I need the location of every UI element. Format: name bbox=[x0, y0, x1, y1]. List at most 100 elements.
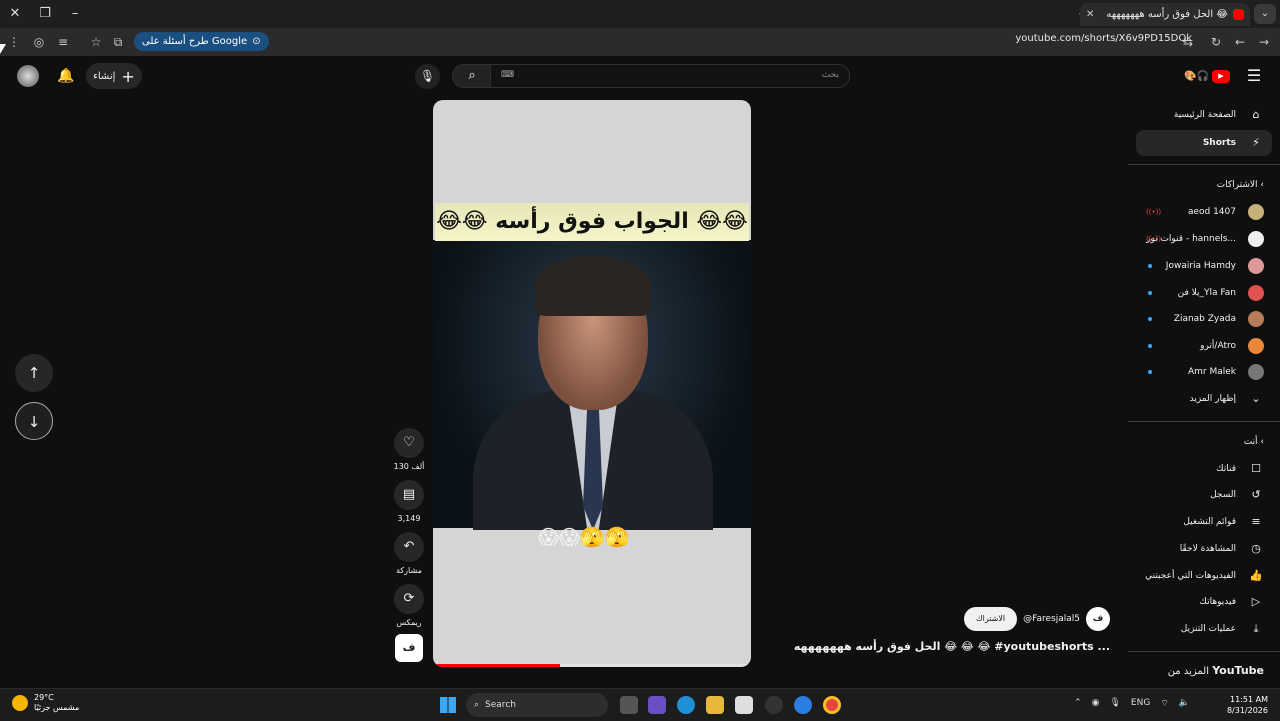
sidebar: ⌂ الصفحة الرئيسية ⚡ Shorts الاشتراكات ‹ … bbox=[1128, 98, 1280, 688]
video-progress-bar[interactable] bbox=[433, 664, 751, 667]
sidebar-sub-2[interactable]: Jowairia Hamdy bbox=[1128, 253, 1280, 279]
new-content-dot bbox=[1148, 264, 1152, 268]
sidebar-item-label: الفيديوهات التي أعجبتني bbox=[1145, 571, 1236, 581]
notifications-bell-icon[interactable]: 🔔 bbox=[55, 65, 77, 87]
bookmark-star-icon[interactable]: ☆ bbox=[86, 32, 106, 52]
sidebar-sub-6[interactable]: Amr Malek bbox=[1128, 359, 1280, 385]
sidebar-item-watch-later[interactable]: ◷ المشاهدة لاحقًا bbox=[1128, 536, 1280, 562]
reading-list-icon[interactable]: ≡ bbox=[53, 32, 73, 52]
shorts-video-player[interactable]: 😱😱🫣🫣 😂😂 الجواب فوق رأسه 😂😂 bbox=[433, 100, 751, 667]
clock-time: 11:51 AM bbox=[1230, 695, 1268, 704]
share-action[interactable]: ↶ مشاركة bbox=[393, 532, 425, 575]
arrow-up-icon: ↑ bbox=[27, 364, 41, 382]
url-text[interactable]: youtube.com/shorts/X6v9PD15DQk bbox=[1015, 33, 1192, 44]
sidebar-item-your-videos[interactable]: ▷ فيديوهاتك bbox=[1128, 589, 1280, 615]
create-button[interactable]: + إنشاء bbox=[86, 63, 142, 89]
language-indicator[interactable]: ENG bbox=[1131, 698, 1150, 709]
sidebar-item-label: Jowairia Hamdy bbox=[1165, 261, 1236, 271]
tray-chevron-icon[interactable]: ⌃ bbox=[1074, 698, 1082, 709]
keyboard-icon[interactable]: ⌨ bbox=[501, 70, 514, 80]
browser-tab-active[interactable]: الحل فوق رأسه هههههههه 😂 ✕ bbox=[1080, 3, 1250, 26]
mic-tray-icon[interactable]: 🎙 bbox=[1109, 698, 1120, 709]
remix-icon[interactable]: ⟳ bbox=[394, 584, 424, 614]
network-icon[interactable]: ◉ bbox=[1092, 698, 1100, 709]
sidebar-show-more[interactable]: ⌄ إظهار المزيد bbox=[1128, 386, 1280, 412]
sidebar-item-label: يلا فن_Yla Fan bbox=[1177, 288, 1236, 298]
subscribe-button[interactable]: الاشتراك bbox=[964, 607, 1018, 631]
hamburger-menu-icon[interactable]: ☰ bbox=[1244, 66, 1264, 86]
comment-action[interactable]: ▤ 3,149 bbox=[393, 480, 425, 523]
taskbar-clock[interactable]: 11:51 AM 8/31/2026 bbox=[1227, 694, 1268, 716]
heart-icon[interactable]: ♡ bbox=[394, 428, 424, 458]
search-icon: ⌕ bbox=[468, 68, 476, 83]
site-settings-icon[interactable]: ⇆ bbox=[1178, 32, 1198, 52]
weather-temp: 29°C bbox=[34, 693, 54, 702]
sidebar-item-home[interactable]: ⌂ الصفحة الرئيسية bbox=[1128, 102, 1280, 128]
comment-icon[interactable]: ▤ bbox=[394, 480, 424, 510]
sidebar-item-your-channel[interactable]: ☐ قناتك bbox=[1128, 456, 1280, 482]
previous-short-button[interactable]: ↑ bbox=[15, 354, 53, 392]
sidebar-sub-5[interactable]: أترو/Atro bbox=[1128, 333, 1280, 359]
sidebar-item-history[interactable]: ↺ السجل bbox=[1128, 482, 1280, 508]
start-button-icon[interactable] bbox=[440, 697, 456, 713]
ask-google-chip[interactable]: طرح أسئلة على Google ⊙ bbox=[134, 32, 269, 51]
youtube-favicon-icon bbox=[1233, 9, 1244, 20]
weather-widget[interactable]: 29°C مشمس جزئيًا bbox=[12, 693, 79, 713]
widgets-app-icon[interactable] bbox=[648, 696, 666, 714]
sidebar-sub-3[interactable]: يلا فن_Yla Fan bbox=[1128, 280, 1280, 306]
voice-search-mic-icon[interactable]: 🎙 bbox=[415, 64, 440, 89]
windows-taskbar: 29°C مشمس جزئيًا ⌕ Search ⌃ ◉ 🎙 ENG ⌔ 🔈 … bbox=[0, 688, 1280, 721]
sidebar-sub-0[interactable]: aeod 1407 ((•)) bbox=[1128, 199, 1280, 225]
youtube-logo[interactable]: ▶ 🎨🎧 bbox=[1170, 68, 1230, 84]
profile-icon[interactable]: ◎ bbox=[29, 32, 49, 52]
forward-icon[interactable]: ← bbox=[1230, 32, 1250, 52]
sidebar-sub-1[interactable]: قنوات نور - hannels... ((•)) bbox=[1128, 226, 1280, 252]
account-avatar[interactable] bbox=[17, 65, 39, 87]
sidebar-item-label: Zianab Zyada bbox=[1173, 314, 1236, 324]
taskbar-search[interactable]: ⌕ Search bbox=[466, 693, 608, 717]
tab-title: الحل فوق رأسه هههههههه 😂 bbox=[1106, 9, 1228, 20]
download-icon: ⤓ bbox=[1253, 622, 1259, 635]
menu-kebab-icon[interactable]: ⋮ bbox=[4, 32, 24, 52]
plus-icon: + bbox=[121, 66, 135, 86]
channel-handle[interactable]: @Faresjalal5 bbox=[1023, 614, 1080, 624]
task-view-icon[interactable] bbox=[620, 696, 638, 714]
browser-app-icon[interactable] bbox=[794, 696, 812, 714]
tab-search-button[interactable]: ⌄ bbox=[1254, 4, 1276, 24]
you-header[interactable]: أنت ‹ bbox=[1244, 437, 1264, 447]
store-icon[interactable] bbox=[735, 696, 753, 714]
edge-icon[interactable] bbox=[677, 696, 695, 714]
search-input[interactable]: ⌨ بحث bbox=[490, 64, 850, 88]
file-explorer-icon[interactable] bbox=[706, 696, 724, 714]
divider bbox=[1128, 164, 1280, 165]
close-window-icon[interactable]: ✕ bbox=[5, 4, 25, 24]
channel-avatar bbox=[1248, 285, 1264, 301]
sidebar-item-liked[interactable]: 👍 الفيديوهات التي أعجبتني bbox=[1128, 563, 1280, 589]
remix-action[interactable]: ⟳ ريمكس bbox=[393, 584, 425, 627]
channel-avatar[interactable]: ف bbox=[1086, 607, 1110, 631]
wifi-icon[interactable]: ⌔ bbox=[1160, 698, 1168, 709]
tab-close-icon[interactable]: ✕ bbox=[1086, 9, 1094, 20]
subscriptions-header[interactable]: الاشتراكات ‹ bbox=[1217, 180, 1264, 190]
cast-icon[interactable]: ⧉ bbox=[108, 32, 128, 52]
back-icon[interactable]: → bbox=[1254, 32, 1274, 52]
chrome-icon[interactable] bbox=[823, 696, 841, 714]
restore-window-icon[interactable]: ❐ bbox=[35, 4, 55, 24]
app-icon[interactable] bbox=[765, 696, 783, 714]
minimize-window-icon[interactable]: – bbox=[65, 4, 85, 24]
like-action[interactable]: ♡ 130 ألف bbox=[393, 428, 425, 471]
reload-icon[interactable]: ↻ bbox=[1206, 32, 1226, 52]
share-icon[interactable]: ↶ bbox=[394, 532, 424, 562]
sidebar-item-downloads[interactable]: ⤓ عمليات التنزيل bbox=[1128, 616, 1280, 642]
sidebar-item-shorts[interactable]: ⚡ Shorts bbox=[1136, 130, 1272, 156]
short-title[interactable]: الحل فوق رأسه هههههههه 😂 😂 😂 #youtubesho… bbox=[794, 640, 1110, 653]
sidebar-item-label: أترو/Atro bbox=[1200, 341, 1236, 351]
sound-channel-thumbnail[interactable]: ف bbox=[395, 634, 423, 662]
sidebar-item-playlists[interactable]: ≡ قوائم التشغيل bbox=[1128, 509, 1280, 535]
live-icon: ((•)) bbox=[1146, 235, 1162, 243]
next-short-button[interactable]: ↓ bbox=[15, 402, 53, 440]
video-subject bbox=[473, 256, 713, 535]
volume-icon[interactable]: 🔈 bbox=[1179, 698, 1190, 709]
search-button[interactable]: ⌕ bbox=[452, 64, 492, 88]
sidebar-sub-4[interactable]: Zianab Zyada bbox=[1128, 306, 1280, 332]
